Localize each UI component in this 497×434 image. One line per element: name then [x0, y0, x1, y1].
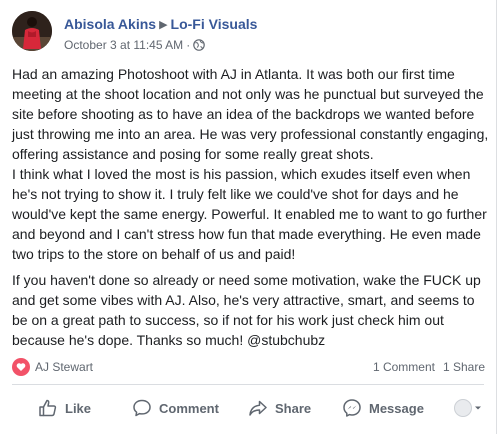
user-mini-avatar — [454, 399, 472, 417]
post-body: Had an amazing Photoshoot with AJ in Atl… — [12, 64, 490, 350]
share-arrow-icon — [249, 400, 267, 416]
post-subline: October 3 at 11:45 AM · — [64, 37, 484, 55]
post-paragraph-2: I think what I loved the most is his pas… — [12, 166, 487, 262]
facebook-post-card: Abisola Akins ▶ Lo-Fi Visuals October 3 at… — [0, 0, 497, 434]
post-meta: Abisola Akins ▶ Lo-Fi Visuals October 3 at… — [64, 15, 484, 55]
share-label: Share — [275, 400, 312, 416]
author-avatar[interactable] — [12, 11, 52, 51]
audience-selector[interactable] — [454, 390, 482, 426]
messenger-icon — [343, 399, 361, 417]
avatar-photo — [12, 11, 52, 51]
globe-icon[interactable] — [193, 39, 205, 55]
reactor-name[interactable]: AJ Stewart — [35, 360, 93, 374]
post-actions: Like Comment Share Message — [12, 390, 485, 426]
comment-count[interactable]: 1 Comment — [373, 360, 435, 374]
message-button[interactable]: Message — [342, 390, 424, 426]
page-name[interactable]: Lo-Fi Visuals — [171, 16, 258, 32]
like-button[interactable]: Like — [38, 390, 91, 426]
post-paragraph-1: Had an amazing Photoshoot with AJ in Atl… — [12, 66, 489, 162]
comment-button[interactable]: Comment — [132, 390, 219, 426]
arrow-right-icon: ▶ — [159, 19, 168, 31]
engagement-counts: 1 Comment 1 Share — [373, 360, 485, 374]
author-line: Abisola Akins ▶ Lo-Fi Visuals — [64, 15, 484, 34]
author-name[interactable]: Abisola Akins — [64, 16, 156, 32]
separator-dot: · — [186, 38, 191, 52]
caret-down-icon — [475, 406, 481, 410]
love-icon[interactable] — [12, 358, 30, 376]
post-timestamp[interactable]: October 3 at 11:45 AM — [64, 38, 183, 52]
comment-label: Comment — [159, 400, 219, 416]
post-paragraph-3: If you haven't done so already or need s… — [12, 272, 481, 348]
thumbs-up-icon — [39, 399, 57, 417]
share-count[interactable]: 1 Share — [443, 360, 485, 374]
divider — [12, 384, 484, 385]
share-button[interactable]: Share — [248, 390, 311, 426]
reactions-bar: AJ Stewart 1 Comment 1 Share — [12, 357, 485, 377]
comment-bubble-icon — [133, 399, 151, 417]
message-label: Message — [369, 400, 424, 416]
like-label: Like — [65, 400, 92, 416]
